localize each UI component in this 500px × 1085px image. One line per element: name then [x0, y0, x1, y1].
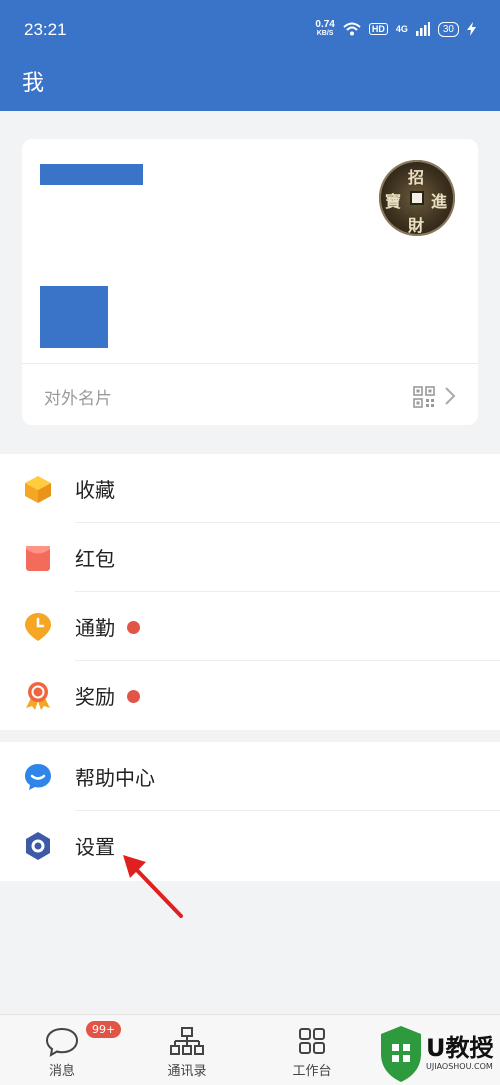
tab-label: 消息	[48, 1064, 75, 1079]
watermark-url: UJIAOSHOU.COM	[426, 1062, 493, 1071]
hd-icon: HD	[368, 23, 388, 35]
menu-item-label: 通勤	[75, 616, 115, 640]
menu-item-rewards[interactable]: 奖励	[0, 661, 500, 730]
medal-icon	[26, 682, 50, 710]
status-time: 23:21	[24, 20, 67, 39]
menu-item-label: 红包	[75, 547, 115, 571]
battery-icon: 30	[437, 21, 459, 37]
watermark-text: U教授	[426, 1034, 494, 1062]
redacted-name	[40, 164, 143, 185]
notification-dot	[127, 621, 140, 634]
unread-badge: 99+	[86, 1021, 122, 1038]
red-envelope-icon	[26, 546, 50, 571]
profile-card[interactable]: 招 進 財 寶 对外名片	[22, 139, 478, 425]
network-type: 4G	[395, 24, 408, 34]
menu-item-help-center[interactable]: 帮助中心	[0, 742, 500, 811]
menu-item-label: 设置	[75, 835, 115, 859]
qr-code-icon[interactable]	[413, 386, 435, 408]
annotation-arrow-icon	[123, 855, 183, 918]
status-bar: 23:21 0.74 KB/S HD 4G 30	[0, 0, 500, 58]
menu-section-2: 帮助中心 设置	[0, 742, 500, 881]
wifi-icon	[343, 22, 361, 36]
hexagon-settings-icon	[26, 832, 50, 860]
grid-apps-icon	[299, 1028, 325, 1054]
org-chart-icon	[170, 1027, 204, 1055]
page-title: 我	[22, 71, 45, 96]
menu-item-settings[interactable]: 设置	[0, 811, 500, 880]
tab-label: 通讯录	[167, 1064, 207, 1079]
status-icons: 0.74 KB/S HD 4G 30	[315, 20, 476, 38]
tab-contacts[interactable]: 通讯录	[137, 1015, 237, 1085]
message-bubble-icon	[45, 1027, 79, 1057]
network-speed: 0.74 KB/S	[315, 19, 335, 38]
tab-workbench[interactable]: 工作台	[262, 1015, 362, 1085]
location-clock-icon	[25, 613, 51, 641]
watermark-shield-icon	[381, 1026, 421, 1082]
business-card-label[interactable]: 对外名片	[44, 384, 112, 409]
menu-item-red-envelope[interactable]: 红包	[0, 523, 500, 592]
menu-item-label: 帮助中心	[75, 766, 155, 790]
tab-messages[interactable]: 99+ 消息	[12, 1015, 122, 1085]
cube-icon	[25, 476, 51, 503]
menu-item-favorites[interactable]: 收藏	[0, 454, 500, 523]
signal-icon	[415, 22, 430, 36]
redacted-company	[40, 286, 108, 348]
chat-bubble-icon	[25, 764, 51, 790]
menu-item-label: 收藏	[75, 478, 115, 502]
charging-icon	[467, 22, 476, 36]
notification-dot	[127, 690, 140, 703]
app-header: 我	[0, 58, 500, 111]
menu-item-commute[interactable]: 通勤	[0, 592, 500, 661]
avatar[interactable]: 招 進 財 寶	[379, 160, 455, 236]
chevron-right-icon[interactable]	[443, 386, 457, 406]
menu-item-label: 奖励	[75, 685, 115, 709]
card-divider	[22, 363, 478, 364]
tab-label: 工作台	[292, 1064, 332, 1079]
watermark-logo: U教授 UJIAOSHOU.COM	[378, 1022, 500, 1084]
menu-section-1: 收藏 红包 通勤 奖励	[0, 454, 500, 730]
